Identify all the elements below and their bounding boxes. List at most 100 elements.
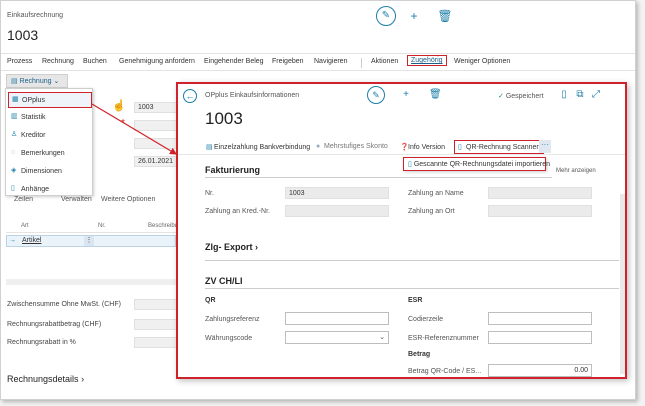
info-version-button[interactable]: ❓Info Version (400, 143, 445, 151)
saved-status: ✓ Gespeichert (498, 92, 544, 100)
label-zwischensumme: Zwischensumme Ohne MwSt. (CHF) (7, 301, 121, 308)
add-icon[interactable]: + (400, 89, 412, 101)
edit-icon[interactable]: ✎ (376, 6, 396, 26)
tab-weitere-optionen[interactable]: Weitere Optionen (101, 196, 155, 203)
more-options-button[interactable]: ··· (539, 140, 551, 153)
subheader-esr: ESR (408, 297, 423, 304)
esr-referenznummer-input[interactable] (488, 331, 592, 344)
back-arrow-icon[interactable]: ← (183, 89, 197, 103)
action-zugehoerig[interactable]: Zugehörig (407, 55, 447, 66)
rabatt-prozent-field[interactable] (134, 337, 179, 348)
delete-icon[interactable]: 🗑 (437, 8, 453, 24)
background-field-date[interactable]: 26.01.2021 (134, 156, 179, 167)
action-freigeben[interactable]: Freigeben (272, 58, 304, 65)
info-icon: ❓ (400, 144, 409, 151)
table-row[interactable]: → Artikel ⋮ (6, 235, 176, 247)
zahlungsreferenz-input[interactable] (285, 312, 389, 325)
einzelzahlung-button[interactable]: ▤Einzelzahlung Bankverbindung (206, 143, 310, 151)
document-scan-icon: ▯ (458, 144, 462, 151)
chevron-right-icon: › (81, 374, 85, 384)
dimensions-icon: ◈ (11, 167, 17, 174)
info-version-label: Info Version (408, 144, 445, 151)
menu-item-label: Statistik (21, 114, 46, 121)
section-fakturierung[interactable]: Fakturierung (205, 165, 260, 175)
edit-icon[interactable]: ✎ (367, 86, 385, 104)
background-field-2[interactable] (134, 120, 179, 131)
rechnung-menu-button[interactable]: ▤ Rechnung ⌄ (6, 74, 68, 88)
row-menu-icon[interactable]: ⋮ (84, 236, 94, 246)
menu-item-statistik[interactable]: ▥ Statistik (8, 110, 92, 126)
discount-icon: ● (316, 143, 321, 150)
mehr-anzeigen-link[interactable]: Mehr anzeigen (556, 168, 596, 174)
zwischensumme-field (134, 299, 179, 310)
page-title: 1003 (7, 27, 39, 43)
bookmark-icon[interactable]: ▯ (558, 89, 570, 101)
label-rechnungsrabattbetrag: Rechnungsrabattbetrag (CHF) (7, 321, 102, 328)
horizontal-scrollbar[interactable] (6, 279, 176, 285)
label-codierzeile: Codierzeile (408, 316, 444, 323)
menu-item-opplus[interactable]: ▦ OPplus (8, 92, 92, 108)
waehrungscode-select[interactable]: ⌄ (285, 331, 389, 344)
row-art[interactable]: Artikel (22, 237, 41, 244)
betrag-qr-code-input[interactable]: 0.00 (488, 364, 592, 377)
codierzeile-input[interactable] (488, 312, 592, 325)
import-qr-menu-item[interactable]: ▯ Gescannte QR-Rechnungsdatei importiere… (403, 157, 550, 171)
label-betrag-qr-code: Betrag QR-Code / ES... (408, 368, 482, 375)
background-field-nr[interactable]: 1003 (134, 102, 179, 113)
separator (361, 58, 362, 68)
grid-header: Art Nr. Beschreibu (6, 221, 179, 233)
opplus-popup: ← OPplus Einkaufsinformationen ✎ + 🗑 ✓ G… (176, 82, 627, 379)
section-zv-ch-li[interactable]: ZV CH/LI (205, 276, 243, 286)
chevron-down-icon: ⌄ (53, 78, 60, 85)
asterisk-icon: * (121, 118, 125, 129)
person-icon: ♙ (11, 131, 18, 138)
section-zlg-export[interactable]: Zlg- Export › (205, 242, 258, 252)
add-icon[interactable]: + (406, 8, 422, 24)
action-weniger-optionen[interactable]: Weniger Optionen (454, 58, 510, 65)
divider (205, 288, 619, 289)
delete-icon[interactable]: 🗑 (429, 89, 442, 101)
label-nr: Nr. (205, 190, 214, 197)
label-esr-referenznummer: ESR-Referenznummer (408, 335, 479, 342)
menu-item-anhaenge[interactable]: ▯ Anhänge (8, 182, 92, 198)
action-rechnung[interactable]: Rechnung (42, 58, 74, 65)
menu-item-dimensionen[interactable]: ◈ Dimensionen (8, 164, 92, 180)
table-icon: ▦ (12, 96, 19, 103)
rabattbetrag-field[interactable] (134, 319, 179, 330)
chevron-down-icon: ⌄ (379, 334, 385, 341)
subheader-betrag: Betrag (408, 351, 431, 358)
subheader-qr: QR (205, 297, 216, 304)
mehrstufiges-skonto-button[interactable]: ● Mehrstufiges Skonto (316, 143, 388, 150)
rechnung-button-label: Rechnung (19, 78, 52, 85)
attachment-icon: ▯ (11, 185, 15, 192)
section-rechnungsdetails[interactable]: Rechnungsdetails › (7, 374, 84, 384)
zahlung-name-field (488, 187, 592, 199)
popup-doc-number: 1003 (205, 109, 243, 128)
menu-item-kreditor[interactable]: ♙ Kreditor (8, 128, 92, 144)
skonto-label: Mehrstufiges Skonto (324, 143, 388, 150)
vertical-scrollbar[interactable] (620, 194, 625, 374)
action-navigieren[interactable]: Navigieren (314, 58, 347, 65)
action-aktionen[interactable]: Aktionen (371, 58, 398, 65)
label-waehrungscode: Währungscode (205, 335, 253, 342)
open-new-window-icon[interactable]: ⧉ (574, 89, 586, 101)
mouse-cursor-icon: ☝ (112, 100, 126, 112)
action-eingehender-beleg[interactable]: Eingehender Beleg (204, 58, 264, 65)
einzelzahlung-label: Einzelzahlung Bankverbindung (214, 144, 311, 151)
menu-item-label: Bemerkungen (21, 150, 65, 157)
action-genehmigung[interactable]: Genehmigung anfordern (119, 58, 195, 65)
action-prozess[interactable]: Prozess (7, 58, 32, 65)
menu-item-bemerkungen[interactable]: ◌ Bemerkungen (8, 146, 92, 162)
col-beschreibung: Beschreibu (148, 223, 179, 229)
saved-label: Gespeichert (505, 93, 544, 100)
qr-rechnung-scannen-button[interactable]: ▯ QR-Rechnung Scannen (454, 140, 545, 154)
import-qr-label: Gescannte QR-Rechnungsdatei importieren (413, 161, 550, 168)
label-zahlung-kred-nr: Zahlung an Kred.-Nr. (205, 208, 270, 215)
expand-icon[interactable]: ⤢ (590, 89, 602, 101)
action-buchen[interactable]: Buchen (83, 58, 107, 65)
divider (205, 177, 552, 178)
background-field-3[interactable] (134, 138, 179, 149)
popup-title: OPplus Einkaufsinformationen (205, 92, 300, 99)
bank-icon: ▤ (206, 144, 213, 151)
row-arrow-icon: → (9, 237, 16, 244)
